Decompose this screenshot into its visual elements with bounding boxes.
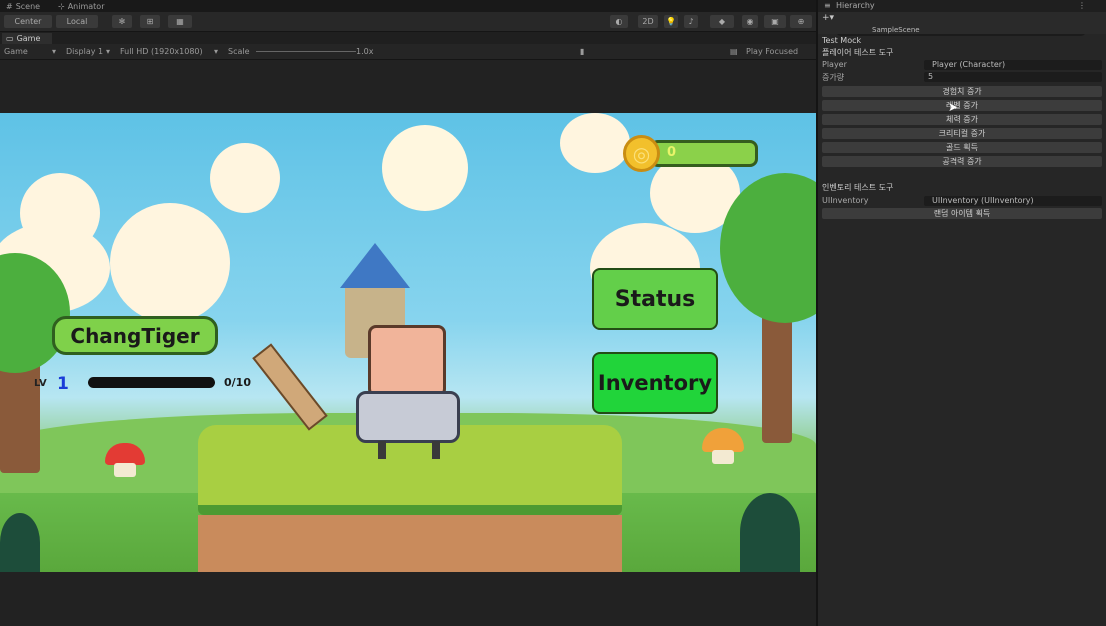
increment-snap-icon[interactable]: ⊞ (140, 15, 160, 28)
lighting-icon[interactable]: 💡 (664, 15, 678, 28)
castle-roof (340, 243, 410, 288)
exp-progress-bar (88, 377, 215, 388)
attack-increase-button[interactable]: 공격력 증가 (822, 156, 1102, 167)
scene-toolbar: Center Local ✻ ⊞ ▦ ◐ 2D 💡 ♪ ◆ ◉ ▣ ⊕ (0, 12, 816, 32)
level-label: LV (34, 378, 47, 389)
display-dropdown[interactable]: Display 1 (66, 47, 103, 56)
game-viewport[interactable]: 0 ◎ ChangTiger LV 1 0/10 Status Inventor… (0, 113, 816, 572)
cloud (20, 173, 100, 253)
add-icon[interactable]: +▾ (822, 13, 834, 23)
health-increase-button[interactable]: 체력 증가 (822, 114, 1102, 125)
dropdown-arrow-icon: ▾ (52, 47, 57, 56)
amount-value: 5 (928, 72, 934, 81)
level-increase-button[interactable]: 레벨 증가 (822, 100, 1102, 111)
dropdown-arrow-icon: ▾ (214, 47, 219, 56)
gizmos-icon[interactable]: ▣ (764, 15, 786, 28)
sun-shape (382, 125, 468, 211)
random-item-button[interactable]: 랜덤 아이템 획득 (822, 208, 1102, 219)
exp-text: 0/10 (224, 376, 251, 389)
knight-leg (432, 441, 440, 459)
gold-value: 0 (667, 145, 677, 160)
tab-game[interactable]: ▭ Game (2, 33, 52, 44)
more-options-icon[interactable]: ⋮ (1078, 1, 1086, 10)
knight-armor (356, 391, 460, 443)
grid-snap-icon[interactable]: ✻ (112, 15, 132, 28)
knight-leg (378, 441, 386, 459)
game-letterbox-top (0, 60, 816, 113)
gold-gain-button[interactable]: 골드 획득 (822, 142, 1102, 153)
player-object-field[interactable]: Player (Character) (924, 60, 1102, 70)
level-value: 1 (57, 374, 69, 394)
pivot-center-label: Center (14, 17, 42, 26)
scale-label: Scale (228, 47, 250, 56)
cloud (210, 143, 280, 213)
scale-slider[interactable] (256, 51, 356, 52)
game-icon: ▭ (6, 34, 14, 43)
tab-animator[interactable]: ⊹ Animator (58, 1, 104, 11)
fern-plant (0, 513, 40, 572)
tree-trunk (762, 303, 792, 443)
game-toolbar: Game ▾ Display 1 ▾ Full HD (1920x1080) ▾… (0, 44, 816, 60)
exp-increase-button[interactable]: 경험치 증가 (822, 86, 1102, 97)
game-mode-dropdown[interactable]: Game (4, 47, 28, 56)
hierarchy-icon: ≡ (824, 1, 831, 10)
amount-input[interactable]: 5 (924, 72, 1102, 82)
game-letterbox-bottom (0, 572, 816, 626)
draw-mode-icon[interactable]: ◐ (610, 15, 628, 28)
resolution-dropdown[interactable]: Full HD (1920x1080) (120, 47, 203, 56)
cloud (560, 113, 630, 173)
knight-head (368, 325, 446, 397)
frame-debugger-icon[interactable]: ▮ (580, 47, 584, 56)
tab-game-label: Game (16, 34, 41, 43)
pivot-local-label: Local (66, 17, 88, 26)
stats-icon[interactable]: ▤ (730, 47, 738, 56)
scene-icon: # (6, 1, 13, 11)
pivot-center-dropdown[interactable]: Center (4, 15, 52, 28)
player-object-value: Player (Character) (932, 60, 1006, 69)
critical-increase-button[interactable]: 크리티컬 증가 (822, 128, 1102, 139)
tab-hierarchy[interactable]: Hierarchy (836, 1, 875, 10)
hidden-objects-icon[interactable]: ◉ (742, 15, 758, 28)
pivot-local-dropdown[interactable]: Local (56, 15, 98, 28)
inventory-button[interactable]: Inventory (592, 352, 718, 414)
gold-bar: 0 (650, 140, 758, 167)
animator-icon: ⊹ (58, 1, 65, 11)
effects-icon[interactable]: ◆ (710, 15, 734, 28)
two-d-toggle[interactable]: 2D (638, 15, 658, 28)
inventory-object-field[interactable]: UIInventory (UIInventory) (924, 196, 1102, 206)
tab-scene[interactable]: # Scene (6, 1, 40, 11)
grid-toggle-icon[interactable]: ▦ (168, 15, 192, 28)
mushroom-stem (114, 463, 136, 477)
scale-value: 1.0x (356, 47, 374, 56)
inspector-panel: ≡ Hierarchy ⋮ +▾ SampleScene Test Mock 플… (816, 0, 1106, 626)
play-focused-dropdown[interactable]: Play Focused (746, 47, 798, 56)
fern-plant (740, 493, 800, 572)
audio-icon[interactable]: ♪ (684, 15, 698, 28)
mushroom-stem (712, 450, 734, 464)
status-button[interactable]: Status (592, 268, 718, 330)
player-field-label: Player (822, 60, 847, 69)
hierarchy-tab-bar: ≡ Hierarchy ⋮ (818, 0, 1106, 12)
tab-animator-label: Animator (67, 1, 105, 11)
editor-tab-bar: # Scene ⊹ Animator (0, 0, 816, 12)
cloud (110, 203, 230, 323)
dropdown-arrow-icon: ▾ (106, 47, 111, 56)
amount-field-label: 증가량 (822, 73, 845, 82)
player-section-header: 플레이어 테스트 도구 (822, 48, 894, 57)
dirt-platform (198, 515, 622, 572)
mouse-cursor-icon: ➤ (948, 100, 959, 114)
player-name-label: ChangTiger (52, 316, 218, 355)
game-tab-bar (0, 32, 816, 44)
component-title: Test Mock (822, 36, 862, 45)
inventory-section-header: 인벤토리 테스트 도구 (822, 183, 894, 192)
camera-icon[interactable]: ⊕ (790, 15, 812, 28)
hierarchy-item[interactable]: SampleScene (818, 26, 1106, 34)
inventory-object-value: UIInventory (UIInventory) (932, 196, 1034, 205)
two-d-label: 2D (642, 17, 654, 26)
hierarchy-toolbar: +▾ (818, 12, 1106, 36)
tab-scene-label: Scene (15, 1, 41, 11)
coin-icon: ◎ (623, 135, 660, 172)
inventory-field-label: UIInventory (822, 196, 869, 205)
